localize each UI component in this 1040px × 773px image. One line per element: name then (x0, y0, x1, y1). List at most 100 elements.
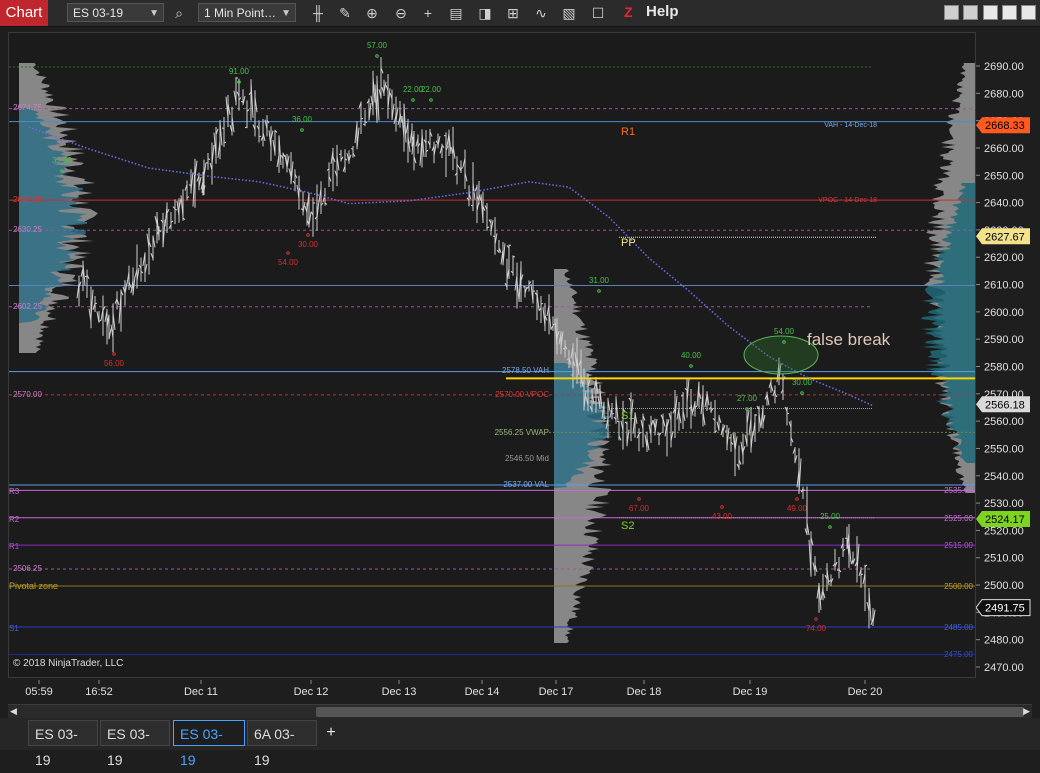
time-tick-label: Dec 11 (184, 686, 218, 698)
count-dot (690, 365, 693, 368)
price-bar (801, 487, 805, 499)
price-bar (753, 414, 757, 442)
price-bar (847, 524, 851, 568)
add-tab-icon[interactable]: + (320, 720, 342, 746)
price-bar (459, 160, 463, 173)
price-tick-label: 2660.00 (984, 143, 1024, 155)
price-axis[interactable]: 2690.002680.002670.002660.002650.002640.… (976, 32, 1032, 678)
indicators-icon[interactable]: ∿ (531, 3, 551, 23)
count-dot (815, 618, 818, 621)
price-bar (226, 95, 230, 127)
price-bar (669, 412, 673, 448)
price-bar (809, 531, 813, 576)
price-bar (841, 538, 845, 557)
price-bar (773, 385, 777, 403)
price-bar (757, 406, 761, 431)
price-bar (379, 57, 383, 99)
price-bar (253, 90, 257, 136)
level-code-left: R2 (9, 515, 20, 524)
level-label-right: VAH - 14-Dec-18 (824, 122, 877, 129)
strategies-icon[interactable]: ⊞ (503, 3, 523, 23)
search-icon[interactable]: ⌕ (169, 3, 189, 23)
zoom-out-icon[interactable]: ⊖ (391, 3, 411, 23)
price-bar (135, 245, 139, 289)
price-bar (440, 144, 444, 158)
level-label-right: 2475.00 (944, 650, 973, 659)
price-bar (741, 434, 745, 465)
price-bar (119, 290, 123, 332)
price-bar (867, 588, 871, 628)
zoom-in-icon[interactable]: ⊕ (362, 3, 382, 23)
price-bar (347, 150, 351, 164)
price-bar (709, 402, 713, 413)
chart-canvas[interactable]: R1 PP S1 S2 false break © 2018 NinjaTrad… (9, 33, 975, 677)
price-bar (386, 74, 390, 119)
close-icon[interactable] (1021, 5, 1036, 20)
tab-es-03-19-1[interactable]: ES 03-19 (28, 720, 98, 746)
price-bar (617, 421, 621, 441)
price-bar (455, 156, 459, 184)
price-bar (825, 563, 829, 591)
green-count-label: 27.00 (737, 394, 758, 403)
data-box-icon[interactable]: ▤ (446, 3, 466, 23)
price-bar (665, 419, 669, 456)
count-dot (412, 99, 415, 102)
price-bar (107, 316, 111, 340)
price-bar (147, 228, 151, 275)
level-label-left: 2506.25 (13, 564, 42, 573)
price-bar (547, 294, 551, 334)
price-bar (871, 608, 875, 626)
count-dot (801, 392, 804, 395)
price-bar (269, 126, 273, 161)
price-tick-label: 2480.00 (984, 635, 1024, 647)
instrument-selector[interactable]: ES 03-19▼ (67, 3, 164, 22)
scroll-left-icon[interactable]: ◀ (10, 706, 17, 717)
price-bar (382, 80, 386, 96)
time-axis[interactable]: 05:5916:52Dec 11Dec 12Dec 13Dec 14Dec 17… (8, 680, 976, 702)
price-bar (301, 192, 305, 216)
tab-es-03-19-2[interactable]: ES 03-19 (100, 720, 170, 746)
help-menu[interactable]: Help (646, 3, 679, 21)
scroll-thumb[interactable] (316, 707, 1024, 717)
minimize-icon[interactable] (983, 5, 998, 20)
maximize-icon[interactable] (1002, 5, 1017, 20)
price-bar (681, 392, 685, 429)
level-label-left: 2630.25 (13, 225, 42, 234)
time-tick-label: Dec 17 (539, 686, 574, 698)
price-bar (769, 378, 773, 393)
price-bar (151, 236, 155, 261)
price-bar (139, 258, 143, 282)
price-bar (331, 148, 335, 191)
vpoc-label: 2570.00 VPOC (495, 390, 549, 399)
tab-es-03-19-active[interactable]: ES 03-19 (173, 720, 245, 746)
price-bar (641, 414, 645, 448)
price-marker-label: 2524.17 (985, 514, 1025, 526)
alerts-icon[interactable]: ☐ (588, 3, 608, 23)
chart-plot[interactable]: R1 PP S1 S2 false break © 2018 NinjaTrad… (8, 32, 976, 678)
price-bar (424, 130, 428, 157)
tab-6a-03-19[interactable]: 6A 03-19 (247, 720, 317, 746)
price-bar (89, 286, 93, 328)
price-bar (501, 242, 505, 266)
properties-icon[interactable]: ◨ (475, 3, 495, 23)
bar-type-icon[interactable]: ╫ (308, 3, 328, 23)
price-bar (725, 425, 729, 450)
green-count-label: 54.00 (774, 327, 795, 336)
horizontal-scrollbar[interactable]: ◀ ▶ (8, 704, 1032, 719)
price-bar (855, 536, 859, 582)
red-count-label: 56.00 (104, 359, 125, 368)
scroll-right-icon[interactable]: ▶ (1023, 706, 1030, 717)
tile-icon[interactable] (963, 5, 978, 20)
window-icon[interactable] (944, 5, 959, 20)
templates-icon[interactable]: ▧ (559, 3, 579, 23)
interval-selector[interactable]: 1 Min Point…▼ (198, 3, 296, 22)
crosshair-icon[interactable]: + (418, 3, 438, 23)
price-bar (339, 150, 343, 162)
price-bar (531, 280, 535, 304)
draw-pencil-icon[interactable]: ✎ (335, 3, 355, 23)
price-bar (420, 129, 424, 167)
val-label: 2537.00 VAL (503, 480, 549, 489)
price-bar (111, 303, 115, 352)
chart-tab[interactable]: Chart (0, 0, 48, 26)
price-bar (359, 101, 363, 134)
